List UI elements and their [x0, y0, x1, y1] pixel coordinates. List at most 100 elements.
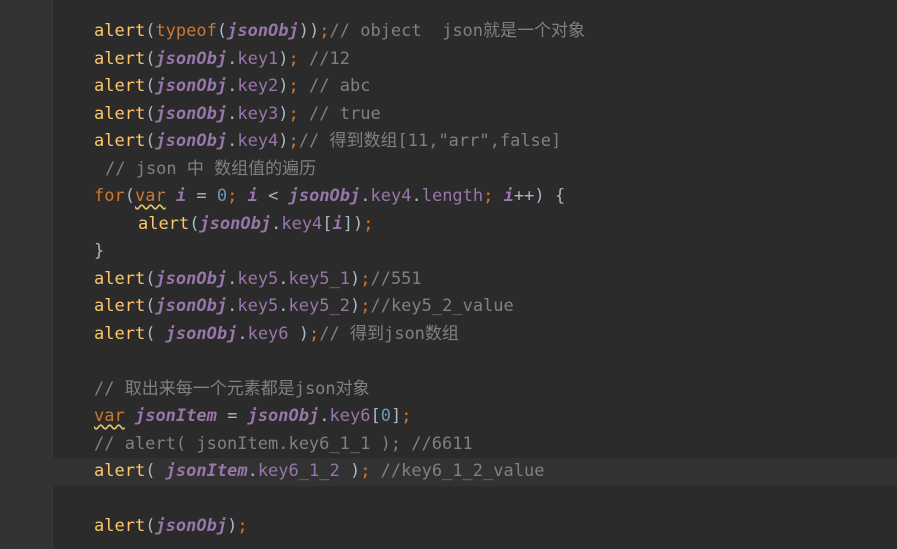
code-token: .	[411, 186, 422, 206]
code-line[interactable]: // 取出来每一个元素都是json对象	[0, 376, 897, 404]
code-token: jsonObj	[155, 76, 228, 96]
code-token: jsonObj	[155, 296, 228, 316]
code-token: alert	[94, 296, 146, 316]
code-token: ;	[319, 21, 330, 41]
code-token: alert	[138, 213, 190, 234]
code-token: //key6_1_2_value	[380, 461, 545, 481]
code-token: key4	[370, 186, 412, 206]
code-area[interactable]: alert(typeof(jsonObj));// object json就是一…	[0, 18, 897, 541]
code-token: key2	[237, 76, 279, 96]
code-token: var	[94, 406, 125, 426]
code-line[interactable]: alert(jsonObj);	[0, 513, 897, 541]
code-editor[interactable]: alert(typeof(jsonObj));// object json就是一…	[0, 0, 897, 549]
code-token: )	[278, 103, 289, 124]
code-token: // json 中 数组值的遍历	[105, 158, 317, 179]
code-line[interactable]: alert(jsonObj.key2); // abc	[0, 73, 897, 101]
code-token: // 得到数组[11,"arr",false]	[298, 131, 562, 151]
code-token: ;	[483, 186, 504, 206]
code-token: .	[237, 323, 248, 344]
code-token: // object json就是一个对象	[329, 21, 586, 41]
code-token: //12	[309, 48, 350, 69]
code-token: //551	[370, 268, 422, 289]
code-token: jsonItem	[165, 461, 248, 481]
code-token: )	[349, 268, 361, 289]
code-token: ;	[360, 268, 371, 289]
code-token: key5_1	[288, 268, 350, 289]
code-token: =	[216, 406, 248, 426]
code-token: (	[145, 296, 156, 316]
code-token: .	[227, 48, 238, 69]
code-token: for	[94, 186, 125, 206]
code-token: (	[145, 21, 156, 41]
code-token: ;	[237, 516, 248, 536]
code-token: key3	[237, 103, 279, 124]
code-token: )	[349, 296, 361, 316]
code-token: jsonObj	[155, 516, 228, 536]
code-token: .	[227, 268, 238, 289]
code-token: jsonObj	[155, 131, 228, 151]
code-token: var	[134, 186, 166, 206]
code-line[interactable]: }	[0, 238, 897, 266]
code-line[interactable]: alert(jsonObj.key3); // true	[0, 101, 897, 129]
code-line[interactable]: alert(jsonObj.key5.key5_2);//key5_2_valu…	[0, 293, 897, 321]
code-token: 0	[216, 186, 228, 206]
code-line[interactable]: for(var i = 0; i < jsonObj.key4.length; …	[0, 183, 897, 211]
code-token: .	[278, 296, 289, 316]
code-token: key6	[247, 323, 289, 344]
code-token: (	[145, 48, 156, 69]
code-token: // abc	[309, 76, 371, 96]
code-token: jsonObj	[155, 268, 228, 289]
code-token: (	[145, 103, 156, 124]
code-token: // alert( jsonItem.key6_1_1 ); //6611	[94, 433, 473, 454]
code-line[interactable]	[0, 348, 897, 376]
code-token: i	[175, 186, 187, 206]
code-line[interactable]: alert(jsonObj.key4);// 得到数组[11,"arr",fal…	[0, 128, 897, 156]
code-token: ;	[401, 406, 412, 426]
code-token: .	[271, 213, 282, 234]
code-token: ;	[360, 461, 381, 481]
code-line[interactable]: var jsonItem = jsonObj.key6[0];	[0, 403, 897, 431]
code-token: alert	[94, 76, 146, 96]
code-token: .	[227, 103, 238, 124]
code-token: (	[124, 186, 135, 206]
code-token: }	[94, 241, 105, 261]
code-token: typeof	[155, 21, 217, 41]
code-token: key6	[329, 406, 371, 426]
code-token: key5	[237, 296, 279, 316]
code-line[interactable]: alert(jsonObj.key4[i]);	[0, 211, 897, 239]
code-token: .	[227, 131, 238, 151]
code-token: alert	[94, 461, 146, 481]
code-token: i	[503, 186, 514, 206]
code-token: jsonObj	[155, 103, 228, 124]
code-token: jsonObj	[247, 406, 320, 426]
code-token: jsonItem	[134, 406, 217, 426]
code-token: length	[421, 186, 484, 206]
code-token: // true	[309, 103, 381, 124]
code-line[interactable]: alert(jsonObj.key1); //12	[0, 46, 897, 74]
code-line[interactable]: alert(typeof(jsonObj));// object json就是一…	[0, 18, 897, 46]
code-token: alert	[94, 21, 146, 41]
code-line-current[interactable]: alert( jsonItem.key6_1_2 ); //key6_1_2_v…	[52, 458, 897, 486]
code-token: )	[278, 76, 289, 96]
code-token: .	[247, 461, 258, 481]
code-line[interactable]: alert(jsonObj.key5.key5_1);//551	[0, 266, 897, 294]
code-token: key6_1_2	[257, 461, 340, 481]
code-line[interactable]: // alert( jsonItem.key6_1_1 ); //6611	[0, 431, 897, 459]
code-token: (	[145, 268, 156, 289]
code-token: ])	[342, 213, 364, 234]
code-token: ;	[363, 213, 374, 234]
code-token: ;	[288, 48, 310, 69]
code-token: ;	[288, 76, 310, 96]
code-token: key4	[237, 131, 279, 151]
code-token: //key5_2_value	[370, 296, 514, 316]
code-line[interactable]: // json 中 数组值的遍历	[0, 156, 897, 184]
code-token: // 得到json数组	[319, 323, 459, 344]
code-token: )	[278, 48, 289, 69]
code-token: (	[145, 516, 156, 536]
code-token: [	[370, 406, 381, 426]
code-token: alert	[94, 323, 146, 344]
code-line[interactable]: alert( jsonObj.key6 );// 得到json数组	[0, 321, 897, 349]
code-line[interactable]	[0, 486, 897, 514]
code-token: .	[278, 268, 289, 289]
